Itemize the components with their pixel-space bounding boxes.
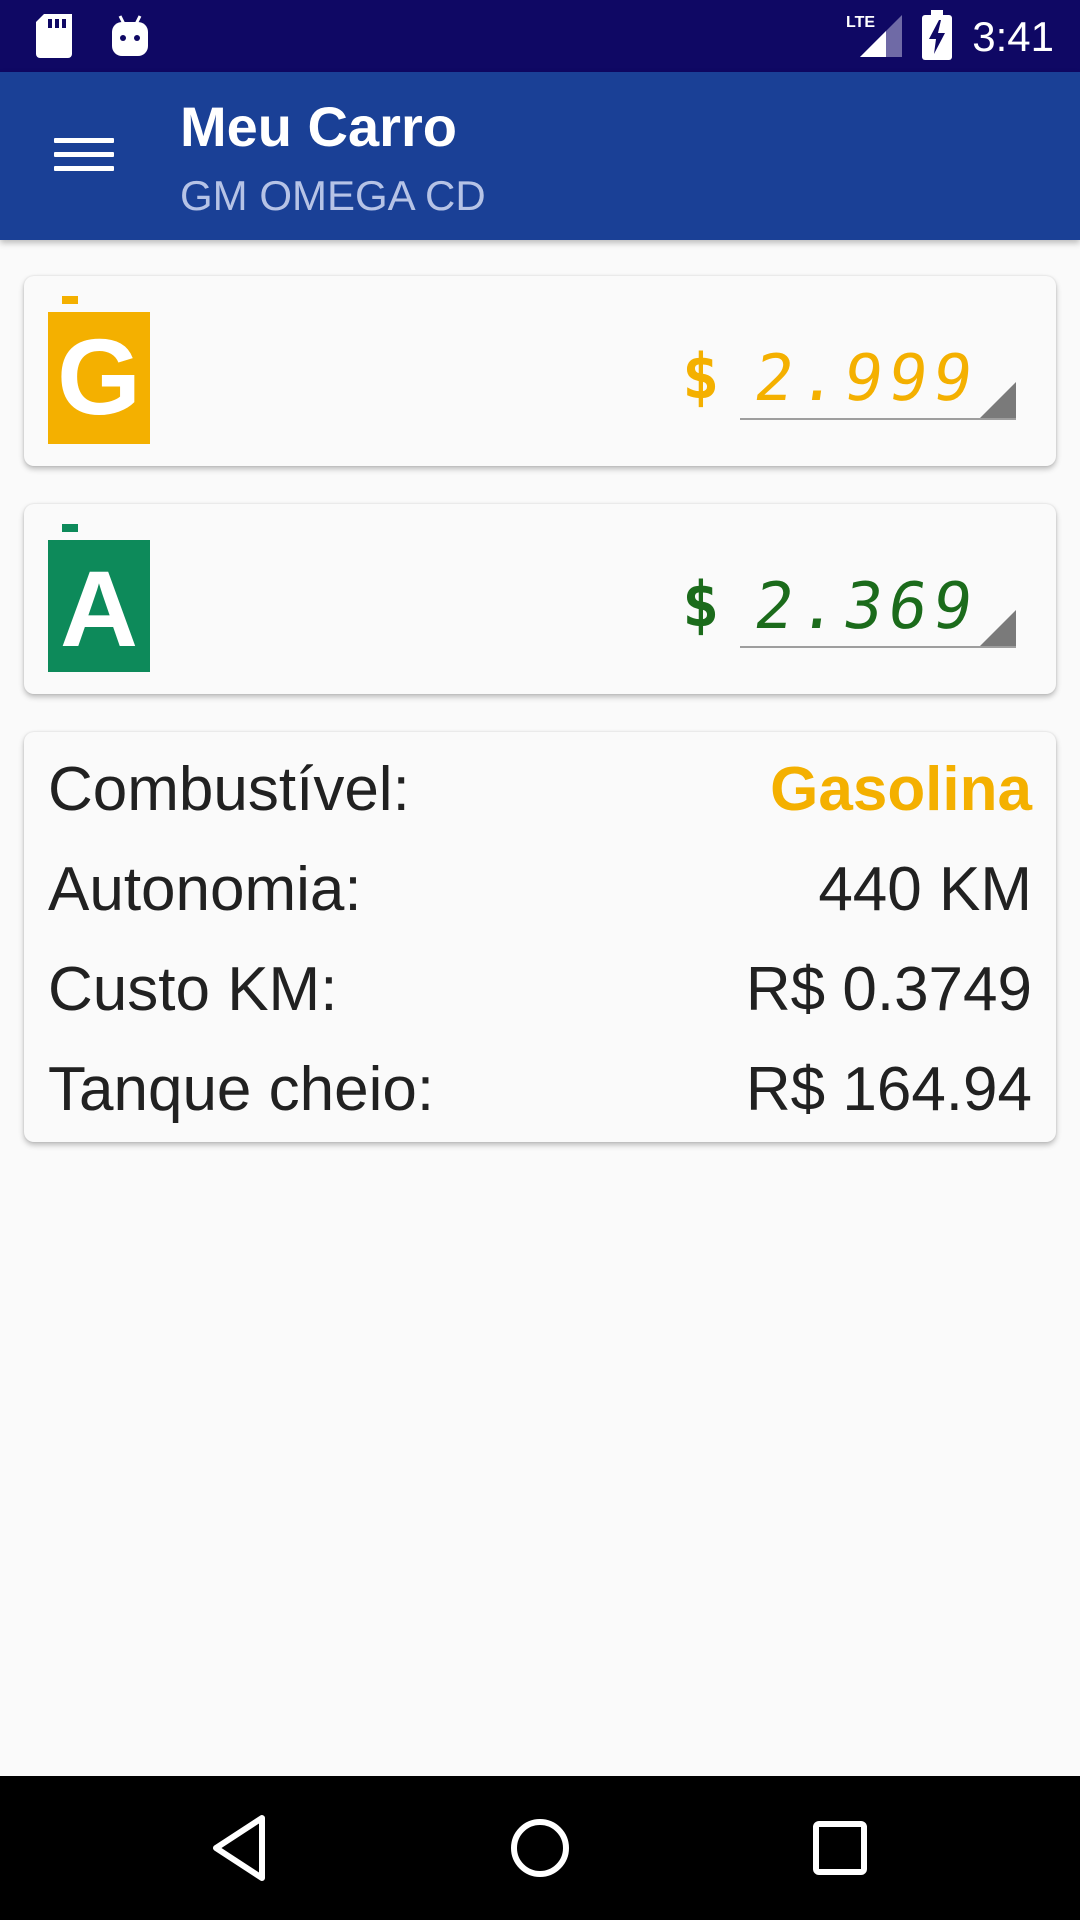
signal-icon: LTE [846, 11, 903, 63]
android-icon [112, 14, 148, 62]
gasoline-price-input[interactable]: 2.999 [740, 336, 1016, 420]
home-icon[interactable] [500, 1808, 580, 1888]
info-value-fuel: Gasolina [770, 755, 1032, 824]
info-row-full-tank: Tanque cheio: R$ 164.94 [48, 1054, 1032, 1154]
info-label: Combustível: [48, 755, 410, 824]
sd-card-icon [36, 14, 72, 62]
alcohol-can-icon: A [48, 524, 154, 672]
info-value-full-tank: R$ 164.94 [745, 1055, 1032, 1124]
gasoline-price-value: 2.999 [750, 342, 984, 416]
info-row-fuel: Combustível: Gasolina [48, 754, 1032, 854]
gasoline-price-card: G $ 2.999 [24, 276, 1056, 466]
gasoline-can-icon: G [48, 296, 154, 444]
back-icon[interactable] [200, 1808, 280, 1888]
network-type-label: LTE [846, 14, 875, 31]
info-value-cost-km: R$ 0.3749 [745, 955, 1032, 1024]
dropdown-corner-icon [980, 610, 1016, 646]
alcohol-price-area: $ 2.369 [682, 564, 1022, 654]
info-value-range: 440 KM [818, 855, 1032, 924]
info-row-cost-km: Custo KM: R$ 0.3749 [48, 954, 1032, 1054]
alcohol-letter: A [60, 548, 138, 669]
navigation-bar [0, 1776, 1080, 1920]
alcohol-price-card: A $ 2.369 [24, 504, 1056, 694]
info-label: Autonomia: [48, 855, 362, 924]
recents-icon[interactable] [800, 1808, 880, 1888]
battery-charging-icon [922, 10, 953, 64]
gasoline-currency: $ [682, 340, 720, 413]
alcohol-price-value: 2.369 [750, 570, 984, 644]
status-time: 3:41 [972, 13, 1054, 60]
gasoline-price-area: $ 2.999 [682, 336, 1022, 426]
app-subtitle: GM OMEGA CD [180, 172, 486, 219]
app-bar: Meu Carro GM OMEGA CD [0, 72, 1080, 240]
info-label: Tanque cheio: [48, 1055, 435, 1124]
info-label: Custo KM: [48, 955, 338, 1024]
status-bar: LTE 3:41 [0, 0, 1080, 72]
app-title: Meu Carro [180, 95, 457, 158]
info-row-range: Autonomia: 440 KM [48, 854, 1032, 954]
dropdown-corner-icon [980, 382, 1016, 418]
fuel-info-card: Combustível: Gasolina Autonomia: 440 KM … [24, 732, 1056, 1142]
alcohol-price-input[interactable]: 2.369 [740, 564, 1016, 648]
hamburger-menu-icon[interactable] [36, 116, 132, 196]
alcohol-currency: $ [682, 568, 720, 641]
gasoline-letter: G [57, 316, 141, 437]
